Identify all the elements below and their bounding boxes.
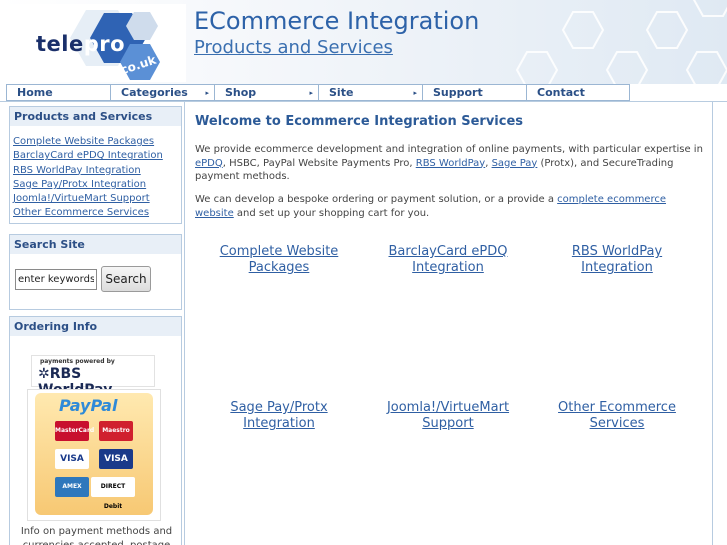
sidebar-link-barclaycard[interactable]: BarclayCard ePDQ Integration [13, 149, 181, 163]
logo-text: telepro [36, 32, 126, 56]
submenu-arrow-icon: ▸ [205, 89, 209, 97]
rbs-tagline: payments powered by [40, 358, 115, 365]
site-logo[interactable]: telepro co.uk [8, 4, 186, 82]
site-subtitle-link[interactable]: Products and Services [194, 37, 393, 58]
intro-paragraph: We provide ecommerce development and int… [195, 144, 703, 182]
nav-shop[interactable]: Shop ▸ [214, 84, 318, 101]
search-form: Search [10, 255, 181, 292]
nav-site[interactable]: Site ▸ [318, 84, 422, 101]
maestro-icon: Maestro [99, 421, 133, 441]
mastercard-icon: MasterCard [55, 421, 94, 441]
ordering-info-text: Info on payment methods and currencies a… [20, 526, 173, 545]
tile-other-services[interactable]: Other Ecommerce Services [537, 400, 697, 432]
header-hexagon-decoration-icon [515, 0, 727, 84]
nav-categories[interactable]: Categories ▸ [110, 84, 214, 101]
sidebar-link-other-services[interactable]: Other Ecommerce Services [13, 206, 181, 220]
sidebar-link-joomla[interactable]: Joomla!/VirtueMart Support [13, 192, 181, 206]
paypal-wordmark: PayPal [59, 396, 118, 415]
nav-label: Categories [121, 86, 188, 99]
tile-barclaycard[interactable]: BarclayCard ePDQ Integration [368, 244, 528, 276]
tile-joomla[interactable]: Joomla!/VirtueMart Support [368, 400, 528, 432]
search-box-title: Search Site [10, 235, 181, 255]
paypal-panel: PayPal MasterCard Maestro VISA VISA AMEX… [35, 393, 153, 515]
products-box-title: Products and Services [10, 107, 181, 127]
rbs-worldpay-logo: payments powered by ✲RBS WorldPay [31, 355, 155, 398]
submenu-arrow-icon: ▸ [413, 89, 417, 97]
direct-debit-icon: DIRECT Debit [91, 477, 135, 510]
nav-support[interactable]: Support [422, 84, 526, 101]
products-link-list: Complete Website Packages BarclayCard eP… [10, 127, 181, 223]
ordering-box-title: Ordering Info [10, 317, 181, 337]
welcome-heading: Welcome to Ecommerce Integration Service… [195, 114, 524, 129]
nav-label: Contact [537, 86, 585, 99]
sage-pay-link[interactable]: Sage Pay [492, 158, 538, 169]
sidebar-link-complete-website[interactable]: Complete Website Packages [13, 135, 181, 149]
tile-rbs-worldpay[interactable]: RBS WorldPay Integration [537, 244, 697, 276]
nav-home[interactable]: Home [6, 84, 110, 101]
tile-complete-website[interactable]: Complete Website Packages [199, 244, 359, 276]
tile-sage-pay[interactable]: Sage Pay/Protx Integration [199, 400, 359, 432]
submenu-arrow-icon: ▸ [309, 89, 313, 97]
nav-label: Support [433, 86, 483, 99]
search-box: Search Site Search [9, 234, 182, 310]
nav-label: Site [329, 86, 354, 99]
bespoke-paragraph: We can develop a bespoke ordering or pay… [195, 194, 667, 219]
visa-electron-icon: VISA [99, 449, 133, 469]
rbs-worldpay-link[interactable]: RBS WorldPay [416, 158, 485, 169]
sidebar-link-rbs-worldpay[interactable]: RBS WorldPay Integration [13, 164, 181, 178]
nav-label: Shop [225, 86, 257, 99]
paypal-accepted-cards-logo: PayPal MasterCard Maestro VISA VISA AMEX… [27, 389, 161, 521]
main-nav: Home Categories ▸ Shop ▸ Site ▸ Support Con… [6, 84, 630, 101]
nav-label: Home [17, 86, 53, 99]
main-content: Welcome to Ecommerce Integration Service… [184, 102, 713, 545]
site-header: telepro co.uk ECommerce Integration Prod… [0, 0, 727, 84]
epdq-link[interactable]: ePDQ [195, 158, 223, 169]
site-title: ECommerce Integration [194, 7, 480, 35]
sidebar-link-sage-pay[interactable]: Sage Pay/Protx Integration [13, 178, 181, 192]
products-box: Products and Services Complete Website P… [9, 106, 182, 224]
ordering-box: Ordering Info payments powered by ✲RBS W… [9, 316, 182, 545]
amex-icon: AMEX [55, 477, 89, 497]
search-input[interactable] [15, 268, 97, 290]
visa-icon: VISA [55, 449, 89, 469]
search-button[interactable]: Search [101, 266, 151, 292]
nav-contact[interactable]: Contact [526, 84, 630, 101]
